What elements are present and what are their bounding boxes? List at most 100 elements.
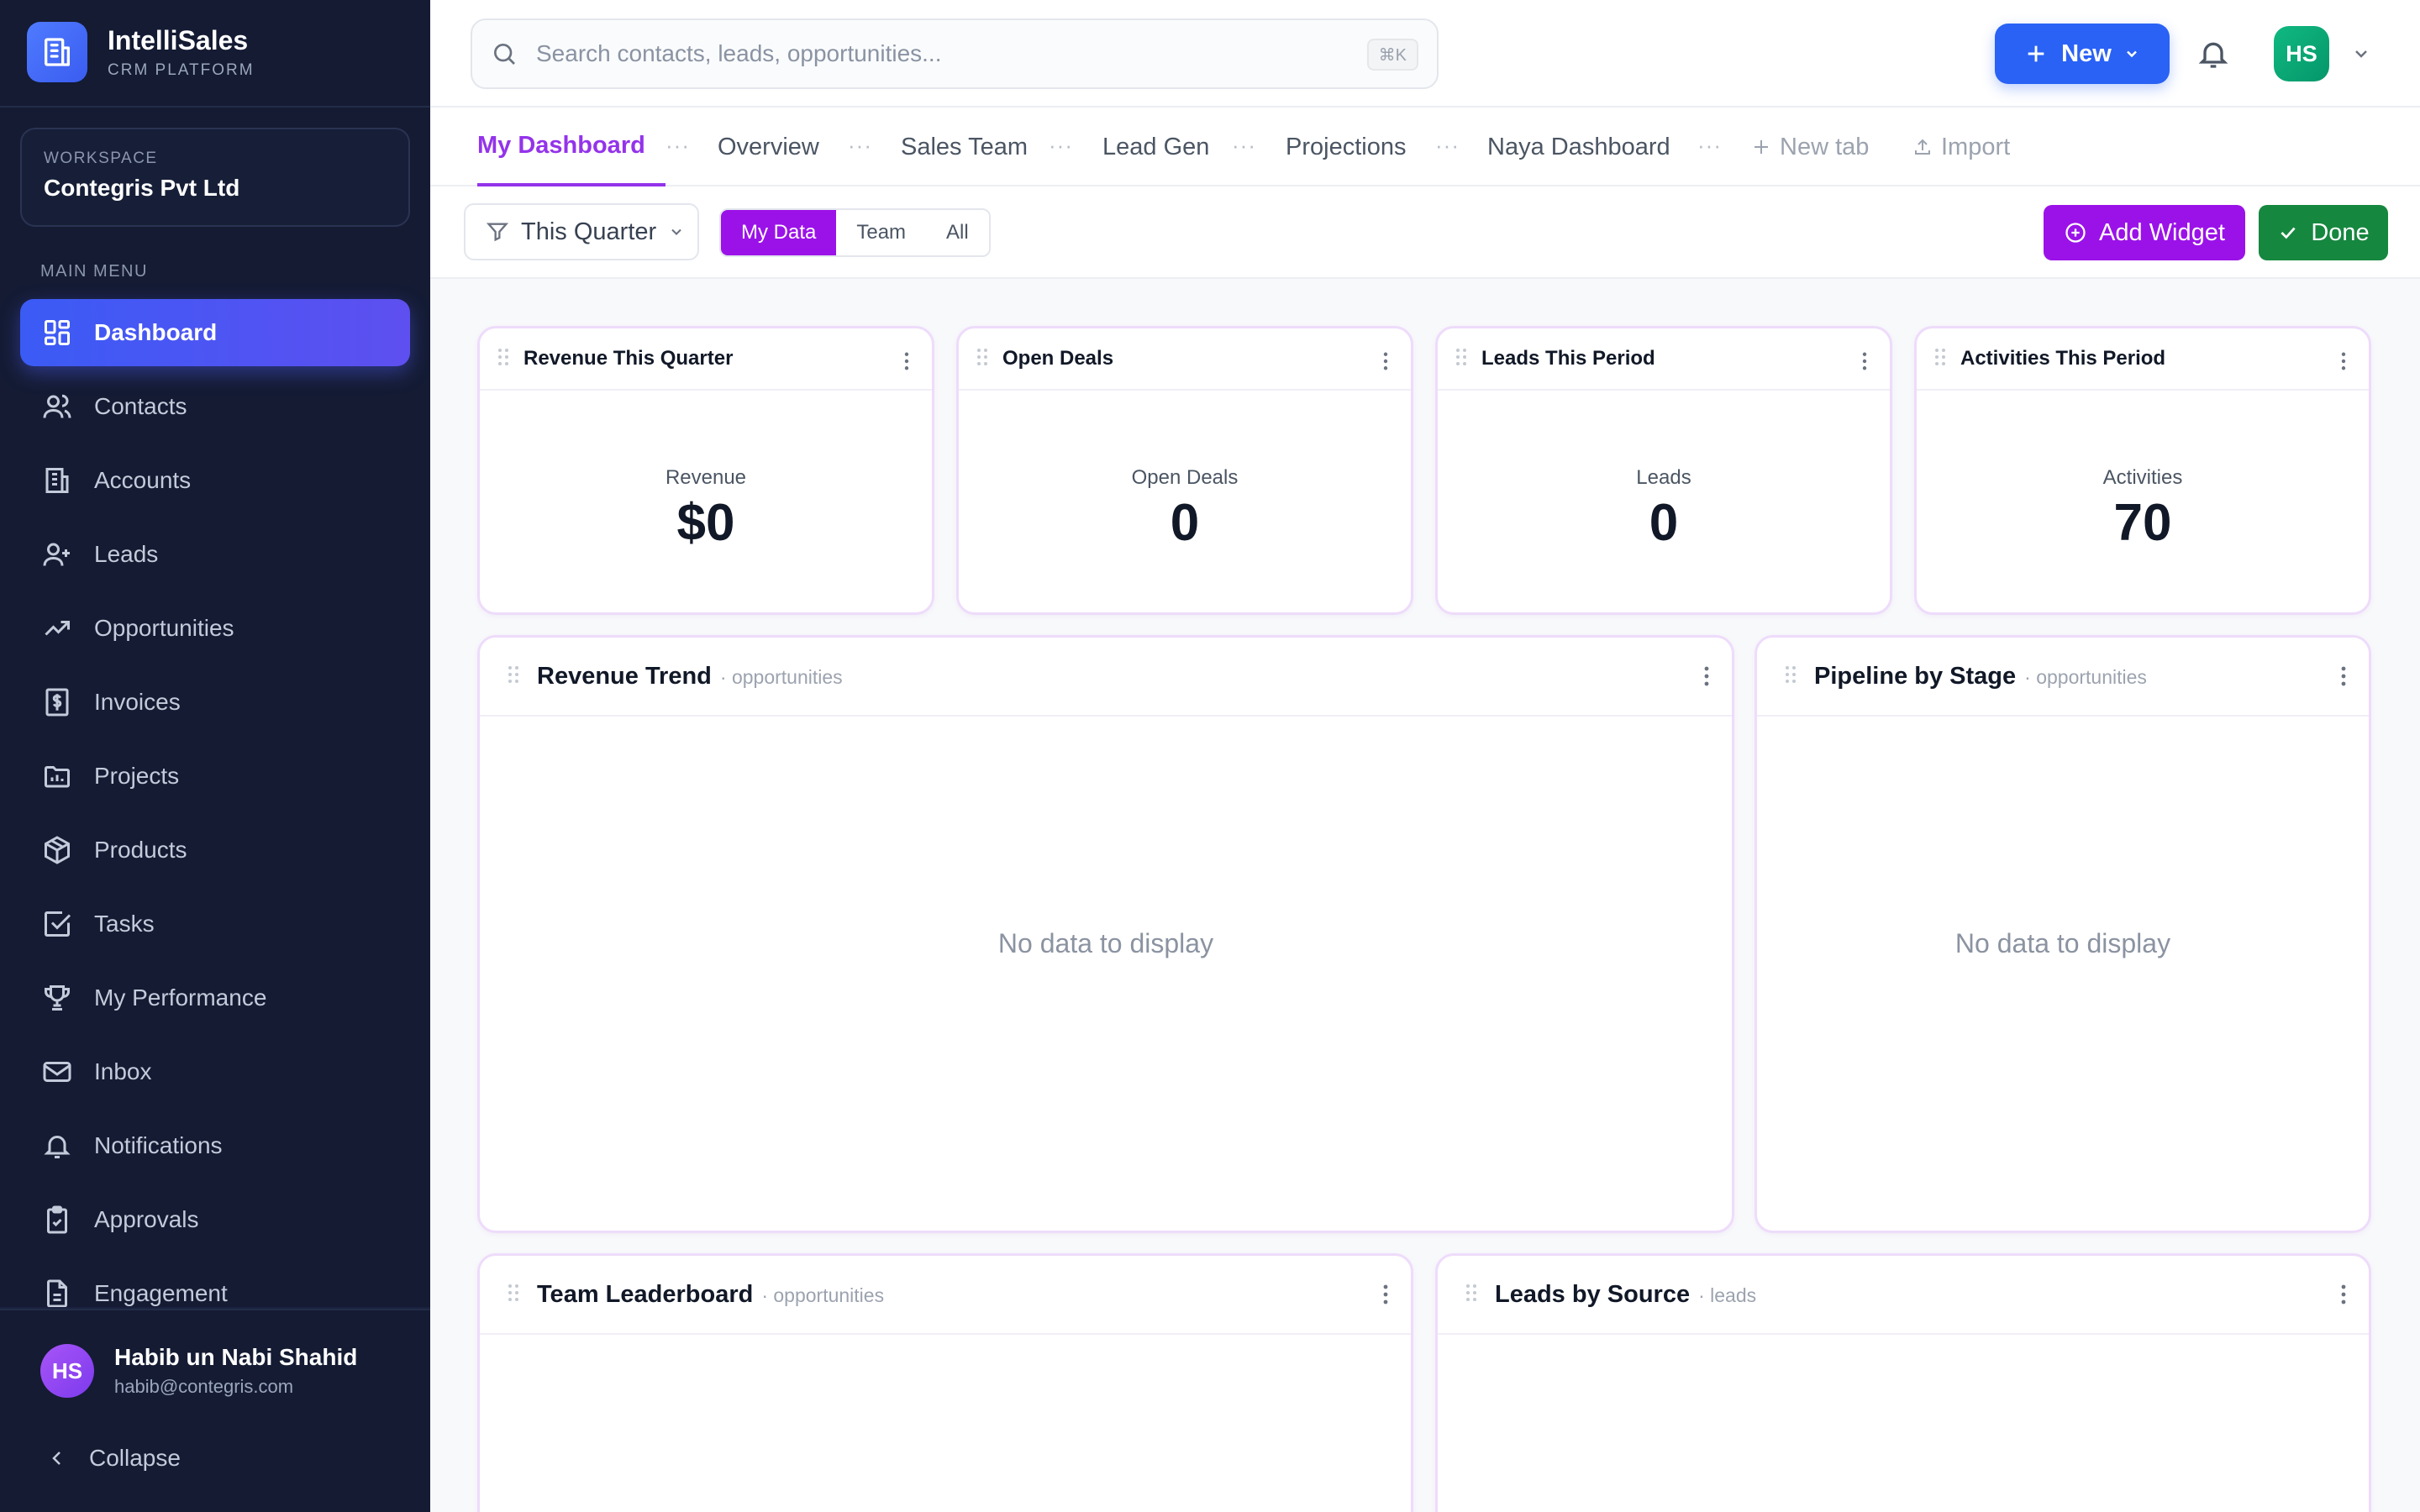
collapse-button[interactable]: Collapse	[47, 1445, 181, 1472]
drag-handle-icon[interactable]	[507, 1282, 520, 1308]
sidebar-item-label: My Performance	[94, 984, 267, 1011]
sidebar-item-approvals[interactable]: Approvals	[20, 1186, 410, 1253]
new-tab-button[interactable]: New tab	[1751, 108, 1869, 186]
sidebar-item-projects[interactable]: Projects	[20, 743, 410, 810]
scope-team[interactable]: Team	[836, 210, 927, 255]
import-button[interactable]: Import	[1912, 108, 2010, 186]
drag-handle-icon[interactable]	[1455, 347, 1468, 371]
widget-title-text: Pipeline by Stage	[1814, 662, 2017, 690]
dashboard-toolbar: This Quarter My Data Team All Add Widget…	[430, 186, 2420, 279]
drag-handle-icon[interactable]	[1933, 347, 1947, 371]
stat-label: Open Deals	[1131, 466, 1239, 489]
drag-handle-icon[interactable]	[507, 664, 520, 690]
kebab-menu-icon[interactable]	[1382, 352, 1389, 375]
tab-naya-dashboard[interactable]: Naya Dashboard	[1487, 108, 1670, 186]
sidebar-item-label: Inbox	[94, 1058, 152, 1084]
new-button[interactable]: New	[1995, 24, 2170, 84]
kebab-menu-icon[interactable]	[1382, 1284, 1389, 1309]
sidebar-item-inbox[interactable]: Inbox	[20, 1038, 410, 1105]
tab-my-dashboard[interactable]: My Dashboard	[477, 108, 666, 186]
tab-options-dots-icon[interactable]: ···	[1232, 133, 1256, 159]
done-button[interactable]: Done	[2259, 205, 2388, 260]
filter-icon	[486, 220, 509, 244]
widget-title: Team Leaderboard · opportunities	[537, 1281, 884, 1309]
sidebar-item-invoices[interactable]: Invoices	[20, 669, 410, 736]
sidebar-item-products[interactable]: Products	[20, 816, 410, 884]
drag-handle-icon[interactable]	[976, 347, 989, 371]
current-user[interactable]: HS Habib un Nabi Shahid habib@contegris.…	[40, 1344, 357, 1398]
sidebar-item-dashboard[interactable]: Dashboard	[20, 299, 410, 366]
drag-handle-icon[interactable]	[1465, 1282, 1478, 1308]
avatar[interactable]: HS	[2274, 26, 2329, 81]
widget-source: · opportunities	[761, 1284, 885, 1306]
add-widget-button[interactable]: Add Widget	[2044, 205, 2245, 260]
sidebar-item-label: Dashboard	[94, 319, 218, 345]
sidebar-item-leads[interactable]: Leads	[20, 521, 410, 588]
check-icon	[2277, 222, 2299, 244]
sidebar-item-notifications[interactable]: Notifications	[20, 1112, 410, 1179]
tab-options-dots-icon[interactable]: ···	[666, 133, 690, 159]
chevron-down-icon	[2123, 45, 2140, 62]
tab-sales-team[interactable]: Sales Team	[901, 108, 1028, 186]
plus-circle-icon	[2064, 221, 2087, 244]
sidebar-item-engagement[interactable]: Engagement	[20, 1260, 410, 1327]
drag-handle-icon[interactable]	[1784, 664, 1797, 690]
tab-projections[interactable]: Projections	[1286, 108, 1406, 186]
sidebar-item-tasks[interactable]: Tasks	[20, 890, 410, 958]
dashboard-icon	[40, 316, 74, 349]
kebab-menu-icon[interactable]	[903, 352, 910, 375]
kebab-menu-icon[interactable]	[2340, 666, 2347, 690]
stat-label: Activities	[2102, 466, 2183, 489]
tab-options-dots-icon[interactable]: ···	[1049, 133, 1073, 159]
chevron-down-icon[interactable]	[2351, 44, 2371, 68]
period-filter-select[interactable]: This Quarter	[464, 203, 699, 260]
done-label: Done	[2311, 218, 2370, 246]
chevron-left-icon	[47, 1448, 67, 1468]
sidebar-item-my-performance[interactable]: My Performance	[20, 964, 410, 1032]
top-bar: ⌘K New HS	[430, 0, 2420, 108]
kebab-menu-icon[interactable]	[1703, 666, 1710, 690]
stat-value: $0	[676, 494, 735, 552]
upload-icon	[1912, 137, 1933, 157]
card-header: Leads This Period	[1438, 328, 1890, 391]
card-title: Leads This Period	[1481, 347, 1655, 370]
kebab-menu-icon[interactable]	[2340, 352, 2347, 375]
card-title: Revenue This Quarter	[523, 347, 734, 370]
avatar: HS	[40, 1344, 94, 1398]
scope-my-data[interactable]: My Data	[721, 210, 837, 255]
notifications-bell-icon[interactable]	[2196, 35, 2230, 76]
search-input[interactable]	[536, 40, 1292, 67]
sidebar-divider	[0, 106, 430, 108]
tab-lead-gen[interactable]: Lead Gen	[1102, 108, 1209, 186]
trophy-icon	[40, 981, 74, 1015]
building-icon	[40, 464, 74, 497]
search-icon	[491, 40, 518, 67]
add-widget-label: Add Widget	[2099, 218, 2225, 246]
period-filter-value: This Quarter	[521, 218, 657, 245]
workspace-switcher[interactable]: WORKSPACE Contegris Pvt Ltd	[20, 128, 410, 227]
tab-options-dots-icon[interactable]: ···	[1697, 133, 1722, 159]
users-icon	[40, 390, 74, 423]
widget-header: Revenue Trend · opportunities	[480, 638, 1732, 717]
drag-handle-icon[interactable]	[497, 347, 510, 371]
tab-options-dots-icon[interactable]: ···	[1435, 133, 1460, 159]
brand[interactable]: IntelliSales CRM PLATFORM	[27, 22, 255, 82]
stat-card-revenue: Revenue This Quarter Revenue $0	[477, 326, 934, 615]
sidebar-item-opportunities[interactable]: Opportunities	[20, 595, 410, 662]
sidebar-item-contacts[interactable]: Contacts	[20, 373, 410, 440]
tab-overview[interactable]: Overview	[718, 108, 819, 186]
user-plus-icon	[40, 538, 74, 571]
brand-subtitle: CRM PLATFORM	[108, 60, 255, 79]
kebab-menu-icon[interactable]	[2340, 1284, 2347, 1309]
document-icon	[40, 1277, 74, 1310]
global-search[interactable]: ⌘K	[471, 18, 1439, 89]
widget-header: Leads by Source · leads	[1438, 1256, 2369, 1335]
scope-all[interactable]: All	[926, 210, 989, 255]
widget-revenue-trend: Revenue Trend · opportunities No data to …	[477, 635, 1734, 1233]
brand-name: IntelliSales	[108, 24, 249, 55]
sidebar-item-accounts[interactable]: Accounts	[20, 447, 410, 514]
dollar-receipt-icon	[40, 685, 74, 719]
kebab-menu-icon[interactable]	[1861, 352, 1868, 375]
tab-options-dots-icon[interactable]: ···	[848, 133, 872, 159]
clipboard-check-icon	[40, 1203, 74, 1236]
